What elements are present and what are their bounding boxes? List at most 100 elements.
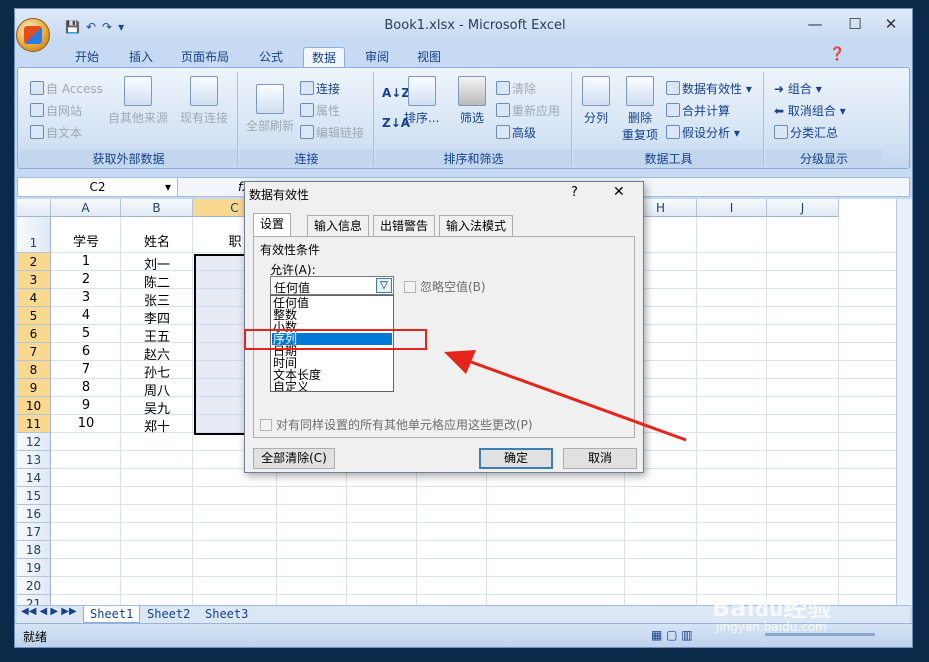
maximize-button[interactable]: ☐ [835, 13, 875, 35]
tab-data[interactable]: 数据 [303, 47, 346, 67]
dialog-close-button[interactable]: ✕ [613, 184, 625, 200]
sheet-tab-1[interactable]: Sheet1 [83, 606, 141, 623]
row-header-13[interactable]: 13 [17, 451, 51, 469]
from-web-button[interactable]: 自网站 [30, 102, 82, 119]
student-id-cell[interactable]: 4 [51, 308, 121, 323]
row-header-21[interactable]: 21 [17, 595, 51, 605]
text-to-columns-button[interactable]: 分列 [582, 76, 610, 126]
header-cell-a[interactable]: 学号 [51, 231, 121, 250]
reapply-button[interactable]: 重新应用 [496, 102, 560, 119]
filter-button[interactable]: 筛选 [458, 76, 486, 126]
student-id-cell[interactable]: 5 [51, 326, 121, 341]
sheet-tab-3[interactable]: Sheet3 [199, 606, 254, 623]
allow-dropdown[interactable]: 任何值 ▽ [270, 276, 394, 295]
select-all-corner[interactable] [17, 199, 51, 217]
save-icon[interactable]: 💾 [65, 20, 80, 34]
redo-icon[interactable]: ↷ [102, 20, 112, 34]
cancel-button[interactable]: 取消 [563, 448, 637, 469]
group-button[interactable]: ➜ 组合 ▾ [774, 80, 822, 97]
remove-duplicates-button[interactable]: 删除 重复项 [622, 76, 658, 143]
student-id-cell[interactable]: 2 [51, 272, 121, 287]
row-header-14[interactable]: 14 [17, 469, 51, 487]
from-access-button[interactable]: 自 Access [30, 80, 103, 97]
student-name-cell[interactable]: 张三 [121, 290, 193, 309]
close-button[interactable]: ✕ [871, 13, 911, 35]
existing-connections-button[interactable]: 现有连接 [180, 76, 228, 126]
refresh-all-button[interactable]: 全部刷新 [246, 84, 294, 134]
row-header-9[interactable]: 9 [17, 379, 51, 397]
student-id-cell[interactable]: 10 [51, 416, 121, 431]
minimize-button[interactable]: — [795, 13, 835, 35]
row-header-15[interactable]: 15 [17, 487, 51, 505]
tab-view[interactable]: 视图 [409, 47, 449, 67]
clear-button[interactable]: 清除 [496, 80, 536, 97]
connections-button[interactable]: 连接 [300, 80, 340, 97]
row-header-5[interactable]: 5 [17, 307, 51, 325]
row-header-3[interactable]: 3 [17, 271, 51, 289]
consolidate-button[interactable]: 合并计算 [666, 102, 730, 119]
sheet-nav-icon[interactable]: ◀◀ ◀ ▶ ▶▶ [21, 606, 77, 617]
row-header-18[interactable]: 18 [17, 541, 51, 559]
student-name-cell[interactable]: 王五 [121, 326, 193, 345]
row-header-10[interactable]: 10 [17, 397, 51, 415]
student-id-cell[interactable]: 9 [51, 398, 121, 413]
student-name-cell[interactable]: 陈二 [121, 272, 193, 291]
row-header-4[interactable]: 4 [17, 289, 51, 307]
student-id-cell[interactable]: 7 [51, 362, 121, 377]
edit-links-button[interactable]: 编辑链接 [300, 124, 364, 141]
column-header-J[interactable]: J [767, 199, 839, 217]
row-header-6[interactable]: 6 [17, 325, 51, 343]
name-box[interactable]: C2 ▾ [18, 178, 178, 196]
advanced-button[interactable]: 高级 [496, 124, 536, 141]
ignore-blank-checkbox[interactable]: 忽略空值(B) [404, 278, 486, 295]
tab-ime-mode[interactable]: 输入法模式 [439, 215, 514, 236]
vertical-scrollbar[interactable] [896, 199, 912, 605]
row-header-17[interactable]: 17 [17, 523, 51, 541]
student-id-cell[interactable]: 6 [51, 344, 121, 359]
row-header-7[interactable]: 7 [17, 343, 51, 361]
other-sources-button[interactable]: 自其他来源 [108, 76, 168, 126]
dialog-help-button[interactable]: ? [571, 185, 578, 200]
sheet-tab-2[interactable]: Sheet2 [141, 606, 196, 623]
column-header-I[interactable]: I [697, 199, 767, 217]
ungroup-button[interactable]: ⬅ 取消组合 ▾ [774, 102, 846, 119]
student-name-cell[interactable]: 周八 [121, 380, 193, 399]
row-header-1[interactable]: 1 [17, 217, 51, 253]
from-text-button[interactable]: 自文本 [30, 124, 82, 141]
column-header-A[interactable]: A [51, 199, 121, 217]
tab-settings[interactable]: 设置 [253, 213, 292, 237]
tab-review[interactable]: 审阅 [357, 47, 397, 67]
view-buttons-icon[interactable]: ▦ ▢ ▥ [651, 628, 693, 642]
allow-option[interactable]: 自定义 [272, 381, 392, 391]
row-header-20[interactable]: 20 [17, 577, 51, 595]
student-name-cell[interactable]: 吴九 [121, 398, 193, 417]
student-id-cell[interactable]: 1 [51, 254, 121, 269]
customize-qat-icon[interactable]: ▾ [118, 20, 124, 34]
row-header-2[interactable]: 2 [17, 253, 51, 271]
subtotal-button[interactable]: 分类汇总 [774, 124, 838, 141]
row-header-12[interactable]: 12 [17, 433, 51, 451]
undo-icon[interactable]: ↶ [86, 20, 96, 34]
student-name-cell[interactable]: 孙七 [121, 362, 193, 381]
student-id-cell[interactable]: 8 [51, 380, 121, 395]
column-header-B[interactable]: B [121, 199, 193, 217]
row-header-8[interactable]: 8 [17, 361, 51, 379]
tab-error-alert[interactable]: 出错警告 [373, 215, 436, 236]
row-header-16[interactable]: 16 [17, 505, 51, 523]
tab-input-message[interactable]: 输入信息 [307, 215, 370, 236]
tab-insert[interactable]: 插入 [121, 47, 161, 67]
student-id-cell[interactable]: 3 [51, 290, 121, 305]
what-if-button[interactable]: 假设分析 ▾ [666, 124, 740, 141]
data-validation-button[interactable]: 数据有效性 ▾ [666, 80, 752, 97]
student-name-cell[interactable]: 刘一 [121, 254, 193, 273]
clear-all-button[interactable]: 全部清除(C) [253, 448, 335, 469]
help-icon[interactable]: ❓ [829, 47, 845, 62]
row-header-11[interactable]: 11 [17, 415, 51, 433]
sort-button[interactable]: 排序... [404, 76, 439, 126]
row-header-19[interactable]: 19 [17, 559, 51, 577]
tab-formulas[interactable]: 公式 [251, 47, 291, 67]
properties-button[interactable]: 属性 [300, 102, 340, 119]
student-name-cell[interactable]: 郑十 [121, 416, 193, 435]
ok-button[interactable]: 确定 [479, 448, 553, 469]
student-name-cell[interactable]: 赵六 [121, 344, 193, 363]
